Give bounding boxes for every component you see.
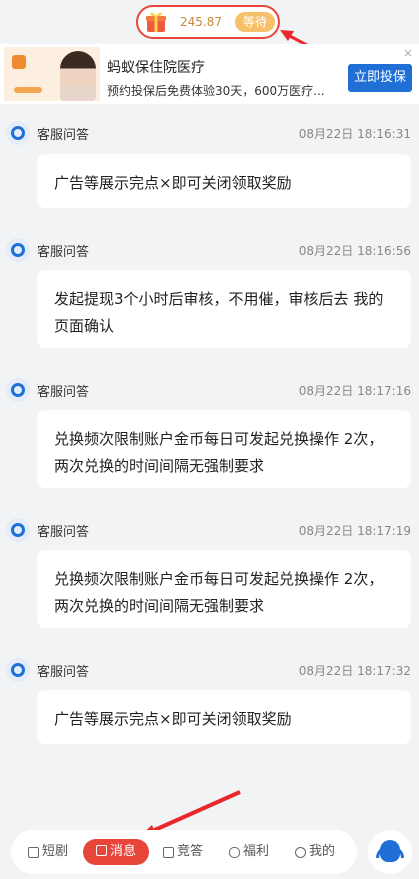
support-avatar-icon <box>6 121 30 145</box>
gift-hand-icon <box>229 846 240 858</box>
nav-item-profile[interactable]: 我的 <box>295 841 335 863</box>
nav-label: 竞答 <box>177 844 204 859</box>
message-bubble: 兑换频次限制账户金币每日可发起兑换操作 2次，两次兑换的时间间隔无强制要求 <box>37 550 411 628</box>
nav-label: 短剧 <box>42 844 69 859</box>
bottom-nav: 短剧 消息 竞答 福利 我的 <box>11 830 357 874</box>
message-bubble: 广告等展示完点×即可关闭领取奖励 <box>37 154 411 208</box>
person-icon <box>295 846 306 858</box>
reward-amount: 245.87 <box>180 15 222 29</box>
ad-image <box>4 47 100 101</box>
gift-box-icon <box>146 12 166 32</box>
nav-label: 消息 <box>109 844 136 859</box>
message-header: 客服问答 08月22日 18:16:31 <box>0 121 419 145</box>
reward-pill[interactable]: 245.87 等待 <box>136 5 280 39</box>
message-time: 08月22日 18:17:32 <box>298 664 411 678</box>
support-avatar-icon <box>6 658 30 682</box>
ad-cta-button[interactable]: 立即投保 <box>348 64 412 92</box>
ad-title: 蚂蚁保住院医疗 <box>107 60 205 76</box>
message-icon <box>95 845 107 856</box>
message-bubble: 发起提现3个小时后审核，不用催，审核后去 我的 页面确认 <box>37 270 411 348</box>
nav-label: 福利 <box>243 844 270 859</box>
support-avatar-icon <box>6 238 30 262</box>
support-avatar-icon <box>6 518 30 542</box>
message-bubble: 广告等展示完点×即可关闭领取奖励 <box>37 690 411 744</box>
customer-service-button[interactable] <box>368 830 412 874</box>
sender-name: 客服问答 <box>37 385 90 400</box>
ad-description: 预约投保后免费体验30天，600万医疗... <box>107 84 325 98</box>
sender-name: 客服问答 <box>37 665 90 680</box>
message-bubble: 兑换频次限制账户金币每日可发起兑换操作 2次，两次兑换的时间间隔无强制要求 <box>37 410 411 488</box>
film-icon <box>28 846 39 858</box>
sender-name: 客服问答 <box>37 128 90 143</box>
nav-item-messages[interactable]: 消息 <box>83 839 149 865</box>
support-avatar-icon <box>6 378 30 402</box>
quiz-icon <box>163 846 174 858</box>
message-header: 客服问答 08月22日 18:17:16 <box>0 378 419 402</box>
message-time: 08月22日 18:16:31 <box>298 127 411 141</box>
nav-label: 我的 <box>309 844 336 859</box>
message-time: 08月22日 18:17:19 <box>298 524 411 538</box>
message-header: 客服问答 08月22日 18:17:32 <box>0 658 419 682</box>
ad-banner[interactable]: 蚂蚁保住院医疗 预约投保后免费体验30天，600万医疗... 立即投保 × <box>0 44 419 104</box>
nav-item-welfare[interactable]: 福利 <box>229 841 269 863</box>
sender-name: 客服问答 <box>37 245 90 260</box>
close-icon[interactable]: × <box>403 46 413 60</box>
message-header: 客服问答 08月22日 18:16:56 <box>0 238 419 262</box>
nav-item-short-drama[interactable]: 短剧 <box>28 841 68 863</box>
sender-name: 客服问答 <box>37 525 90 540</box>
nav-item-quiz[interactable]: 竞答 <box>163 841 203 863</box>
message-time: 08月22日 18:17:16 <box>298 384 411 398</box>
message-header: 客服问答 08月22日 18:17:19 <box>0 518 419 542</box>
message-time: 08月22日 18:16:56 <box>298 244 411 258</box>
wait-button[interactable]: 等待 <box>235 12 275 32</box>
